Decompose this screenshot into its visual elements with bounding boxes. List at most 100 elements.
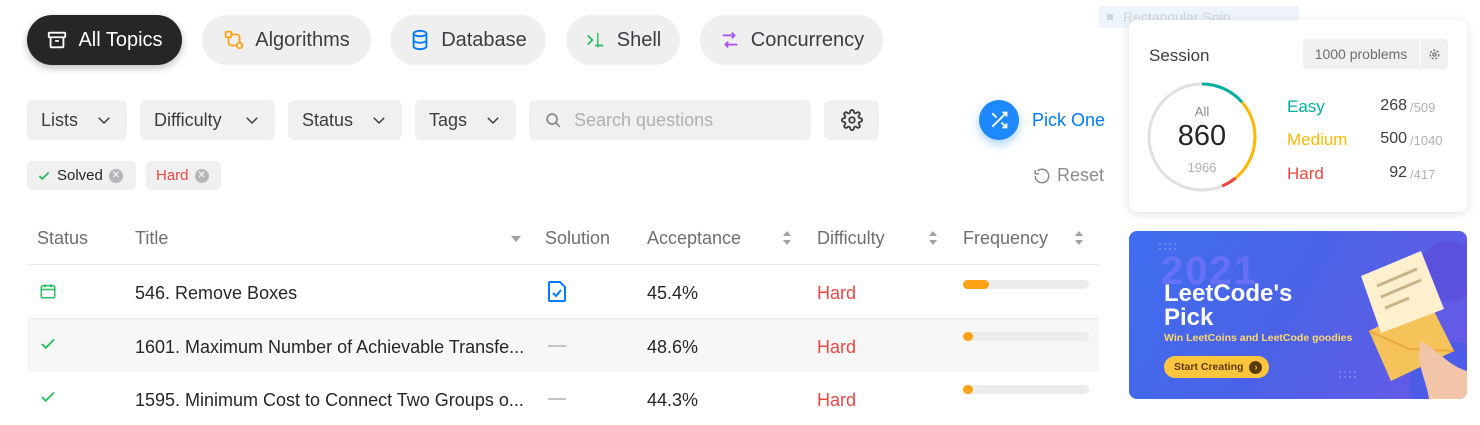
tag-label: Solved: [57, 167, 103, 184]
algorithm-icon: [225, 30, 244, 50]
column-difficulty[interactable]: Difficulty: [817, 228, 885, 249]
search-input[interactable]: [572, 108, 796, 132]
search-box[interactable]: [529, 100, 811, 140]
chevron-down-icon: [98, 117, 110, 125]
acceptance-rate: 45.4%: [647, 283, 699, 303]
difficulty-badge: Hard: [817, 283, 857, 303]
reset-label: Reset: [1057, 165, 1105, 185]
problem-title[interactable]: 1595. Minimum Cost to Connect Two Groups…: [135, 390, 524, 411]
column-title[interactable]: Title: [135, 228, 168, 249]
easy-label: Easy: [1287, 97, 1325, 116]
chevron-down-icon: [487, 117, 499, 125]
lists-dropdown[interactable]: Lists: [27, 100, 127, 140]
pick-one-label: Pick One: [1032, 109, 1106, 130]
topic-label: Database: [441, 28, 527, 51]
topic-label: Algorithms: [255, 28, 350, 51]
sort-down-icon[interactable]: [510, 234, 522, 244]
topic-concurrency[interactable]: Concurrency: [700, 15, 883, 65]
ring-all-label: All: [1194, 104, 1210, 119]
archive-icon: [48, 31, 67, 49]
shell-icon: [586, 32, 604, 48]
search-icon: [546, 112, 561, 128]
remove-tag-icon[interactable]: ✕: [194, 168, 209, 183]
frequency-fill: [963, 332, 974, 341]
medium-total: /1040: [1410, 133, 1443, 148]
hard-total: /417: [1410, 167, 1436, 182]
difficulty-dropdown[interactable]: Difficulty: [140, 100, 275, 140]
leetcode-pick-banner[interactable]: 2021 LeetCode's Pick Win LeetCoins and L…: [1129, 231, 1467, 399]
snip-dot-icon: [1107, 14, 1113, 20]
topic-shell[interactable]: Shell: [566, 15, 680, 65]
check-icon: [41, 338, 55, 350]
frequency-bar: [963, 385, 1089, 394]
topic-label: All Topics: [78, 28, 163, 51]
no-solution-dash: [548, 398, 566, 400]
session-card: Session 1000 problems All 860 1966 Easy …: [1129, 20, 1467, 212]
table-row[interactable]: 546. Remove Boxes 45.4% Hard: [27, 265, 1099, 318]
problems-count-label: 1000 problems: [1314, 46, 1408, 62]
tag-label: Hard: [156, 167, 189, 184]
medium-solved: 500: [1380, 130, 1407, 147]
difficulty-label: Difficulty: [154, 109, 222, 130]
reset-button[interactable]: Reset: [1033, 165, 1104, 186]
no-solution-dash: [548, 345, 566, 347]
lists-label: Lists: [41, 109, 79, 130]
topic-label: Concurrency: [750, 28, 865, 51]
sort-icon[interactable]: [1074, 230, 1084, 246]
ring-solved-count: 860: [1177, 120, 1227, 152]
shuffle-button[interactable]: [979, 100, 1019, 140]
chevron-down-icon: [246, 117, 258, 125]
pick-one-button[interactable]: Pick One: [979, 100, 1105, 140]
banner-subtitle: Win LeetCoins and LeetCode goodies: [1164, 332, 1353, 344]
topic-algorithms[interactable]: Algorithms: [202, 15, 371, 65]
gear-icon: [1428, 48, 1440, 60]
tags-dropdown[interactable]: Tags: [415, 100, 516, 140]
solution-article-icon[interactable]: [547, 280, 567, 303]
column-solution: Solution: [545, 228, 611, 248]
frequency-bar: [963, 280, 1089, 289]
reset-icon: [1034, 168, 1050, 183]
status-dropdown[interactable]: Status: [288, 100, 402, 140]
table-row[interactable]: 1601. Maximum Number of Achievable Trans…: [27, 319, 1099, 372]
topic-all-topics[interactable]: All Topics: [27, 15, 182, 65]
concurrency-icon: [722, 32, 738, 48]
hard-label: Hard: [1287, 164, 1324, 183]
problems-count-badge[interactable]: 1000 problems: [1303, 39, 1419, 69]
ring-total-count: 1966: [1187, 160, 1217, 175]
start-creating-button[interactable]: Start Creating ›: [1164, 356, 1269, 378]
database-icon: [412, 29, 428, 51]
sort-icon[interactable]: [782, 230, 792, 246]
medium-label: Medium: [1287, 130, 1348, 149]
status-label: Status: [302, 109, 354, 130]
remove-tag-icon[interactable]: ✕: [108, 168, 123, 183]
problem-title[interactable]: 546. Remove Boxes: [135, 283, 297, 304]
sort-icon[interactable]: [928, 230, 938, 246]
hard-solved: 92: [1389, 164, 1407, 181]
problem-title[interactable]: 1601. Maximum Number of Achievable Trans…: [135, 337, 524, 358]
session-title: Session: [1149, 46, 1210, 65]
chevron-down-icon: [373, 117, 385, 125]
tag-solved[interactable]: Solved ✕: [27, 161, 136, 190]
tag-hard[interactable]: Hard ✕: [146, 161, 221, 190]
check-icon: [41, 391, 55, 403]
table-row[interactable]: 1595. Minimum Cost to Connect Two Groups…: [27, 372, 1099, 425]
difficulty-badge: Hard: [817, 337, 857, 357]
column-frequency[interactable]: Frequency: [963, 228, 1048, 249]
topic-database[interactable]: Database: [390, 15, 546, 65]
acceptance-rate: 48.6%: [647, 337, 699, 357]
arrow-right-icon: ›: [1249, 360, 1263, 374]
banner-title-line2: Pick: [1164, 304, 1214, 331]
easy-total: /509: [1410, 100, 1436, 115]
difficulty-badge: Hard: [817, 390, 857, 410]
tags-label: Tags: [429, 109, 468, 130]
gear-icon: [840, 109, 863, 131]
session-settings-button[interactable]: [1420, 39, 1448, 69]
column-acceptance[interactable]: Acceptance: [647, 228, 741, 249]
acceptance-rate: 44.3%: [647, 390, 699, 410]
calendar-icon: [40, 284, 56, 299]
frequency-fill: [963, 280, 990, 289]
easy-solved: 268: [1380, 97, 1407, 114]
column-status: Status: [37, 228, 89, 248]
settings-button[interactable]: [824, 100, 879, 140]
topic-label: Shell: [616, 28, 662, 51]
